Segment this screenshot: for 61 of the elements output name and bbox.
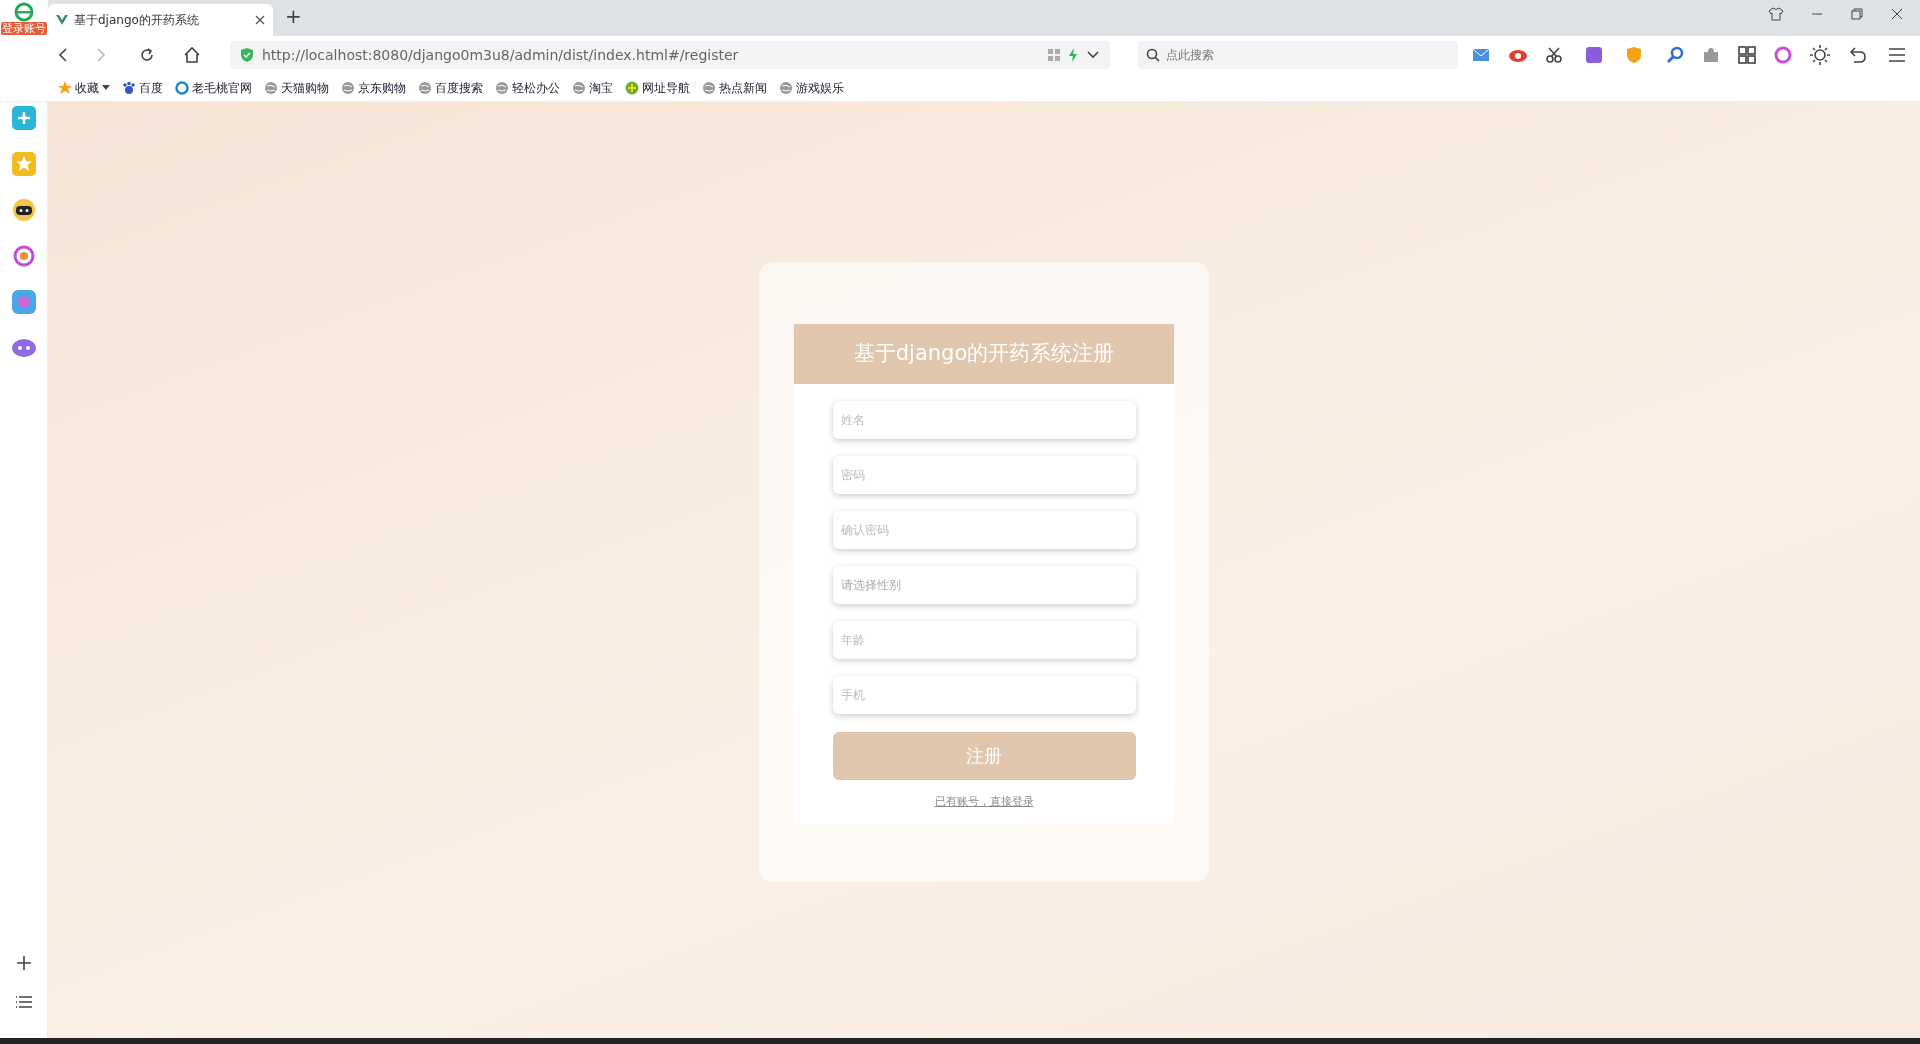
star-icon [58,80,72,95]
app-square-icon[interactable] [11,290,36,314]
form-title: 基于django的开药系统注册 [794,324,1174,384]
ring-icon[interactable] [1774,46,1792,64]
search-field[interactable]: 点此搜索 [1138,41,1458,69]
add-icon[interactable] [14,954,33,972]
globe-icon [779,80,793,95]
home-icon[interactable] [182,46,202,64]
grid-icon[interactable] [1738,46,1756,64]
url-text: http://localhost:8080/django0m3u8/admin/dist/index.html#/register [262,45,740,65]
globe-icon [418,80,432,95]
input-field[interactable]: 手机 [832,675,1136,714]
input-field[interactable]: 确认密码 [832,510,1136,549]
bookmark-link[interactable]: 百度 [122,78,163,97]
login-link[interactable]: 已有账号，直接登录 [794,793,1174,810]
input-field[interactable]: 密码 [832,455,1136,494]
close-icon[interactable] [255,15,265,25]
input-field[interactable]: 姓名 [832,400,1136,439]
sun-icon[interactable] [1810,45,1830,65]
bookmark-link[interactable]: 游戏娱乐 [779,78,844,97]
bookmark-link[interactable]: 老毛桃官网 [175,78,252,97]
close-icon[interactable] [1890,7,1904,21]
bookmark-link[interactable]: 网址导航 [625,78,690,97]
bookmark-link[interactable]: 淘宝 [572,78,613,97]
address-bar[interactable]: http://localhost:8080/django0m3u8/admin/dist/index.html#/register [230,41,1110,69]
search-icon [1146,48,1160,62]
login-badge[interactable]: 登录账号 [1,21,47,35]
browser-logo-icon [13,1,35,22]
search-icon[interactable] [1666,46,1684,64]
caret-icon[interactable] [102,84,110,91]
tab-title: 基于django的开药系统 [74,12,200,29]
bookmark-link[interactable]: 京东购物 [341,78,406,97]
site-logo-icon [56,14,68,26]
list-icon[interactable] [14,994,33,1010]
ring-icon [175,80,189,95]
globe-icon [264,80,278,95]
menu-icon[interactable] [1888,47,1906,63]
puzzle-icon[interactable] [1702,46,1720,64]
paw-icon [122,80,136,95]
globe-icon [495,80,509,95]
plus-circle-icon [625,80,639,95]
eye-icon[interactable] [1508,47,1528,63]
chevron-down-icon[interactable] [1086,50,1100,60]
new-tab-button[interactable]: + [273,1,314,35]
robot-icon[interactable] [11,198,36,222]
bookmark-link[interactable]: 天猫购物 [264,78,329,97]
bookmark-link[interactable]: 百度搜索 [418,78,483,97]
shield-icon [240,47,254,63]
bookmark-link[interactable]: 热点新闻 [702,78,767,97]
bookmark-link[interactable]: 轻松办公 [495,78,560,97]
restore-icon[interactable] [1850,7,1864,21]
ghost-icon[interactable] [10,336,37,358]
globe-icon [702,80,716,95]
bookmark-link[interactable]: 收藏 [58,78,110,97]
browser-tab[interactable]: 基于django的开药系统 [48,4,273,36]
globe-icon [341,80,355,95]
reload-icon[interactable] [138,46,156,64]
input-field[interactable]: 年龄 [832,620,1136,659]
mail-icon[interactable] [1472,48,1490,62]
globe-icon [572,80,586,95]
shirt-icon[interactable] [1768,7,1784,21]
